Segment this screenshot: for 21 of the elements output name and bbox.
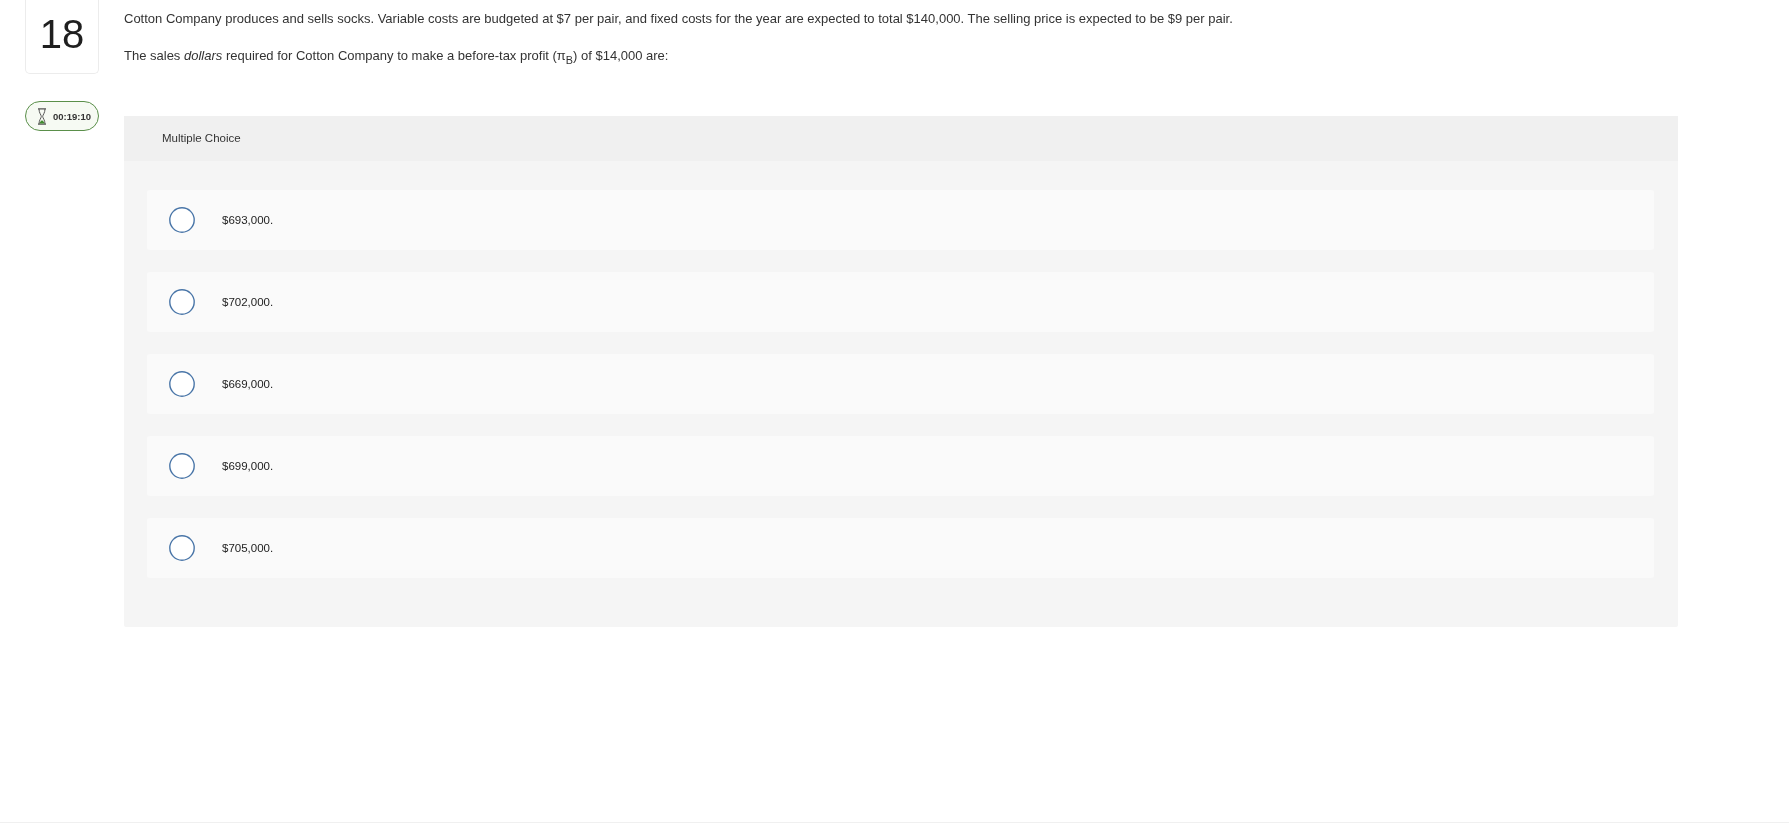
option-label: $699,000. (222, 459, 274, 472)
radio-button[interactable] (169, 534, 195, 561)
option-label: $693,000. (222, 213, 274, 226)
answer-option[interactable]: $705,000. (147, 517, 1654, 578)
option-label: $669,000. (222, 377, 274, 390)
radio-button[interactable] (169, 206, 195, 233)
question-type-label: Multiple Choice (162, 132, 241, 145)
option-label: $705,000. (222, 541, 274, 554)
question-text: The sales dollars required for Cotton Company to make a before-tax profit (π$_{B}$) of $14,000 are: (124, 47, 669, 68)
radio-button[interactable] (169, 452, 195, 479)
timer-text: 00:19:10 (53, 110, 92, 122)
answer-option[interactable]: $699,000. (147, 435, 1654, 496)
question-number: 18 (25, 0, 99, 74)
option-label: $702,000. (222, 295, 274, 308)
answer-option[interactable]: $669,000. (147, 353, 1654, 414)
question-text: Cotton Company produces and sells socks. Variable costs are budgeted at $7 per pair, and fixed costs for the year are expected to total $140,000. The selling price is expected to be $9 per pair. (124, 10, 1233, 28)
answer-option[interactable]: $702,000. (147, 271, 1654, 332)
answer-option[interactable]: $693,000. (147, 189, 1654, 250)
radio-button[interactable] (169, 370, 195, 397)
radio-button[interactable] (169, 288, 195, 315)
hourglass-icon (37, 107, 47, 125)
